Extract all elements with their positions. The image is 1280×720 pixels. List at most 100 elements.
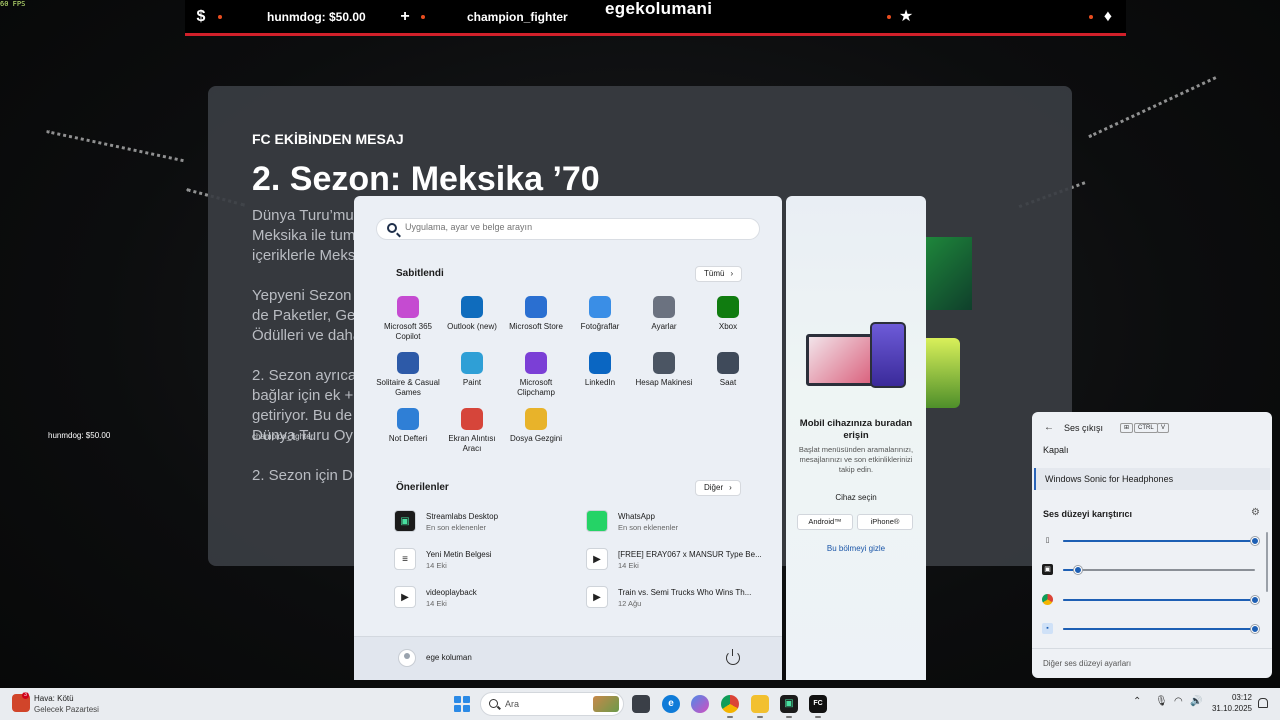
start-search-input[interactable] xyxy=(405,222,745,232)
chrome-icon[interactable] xyxy=(721,695,739,718)
android-button[interactable]: Android™ xyxy=(797,514,853,530)
pinned-app-photos[interactable]: Fotoğraflar xyxy=(568,292,632,348)
windows-start-icon[interactable] xyxy=(454,696,470,712)
volume-slider[interactable] xyxy=(1063,566,1255,574)
all-apps-button[interactable]: Tümü › xyxy=(695,266,743,282)
search-icon xyxy=(489,699,498,708)
volume-mixer-title: Ses düzeyi karıştırıcı xyxy=(1043,509,1133,519)
game-app-icon[interactable]: FC xyxy=(809,695,827,718)
pinned-app-label: Ayarlar xyxy=(651,322,677,331)
pinned-app-xbox[interactable]: Xbox xyxy=(696,292,760,348)
pinned-app-label: Microsoft 365 Copilot xyxy=(383,322,433,341)
settings-gear-icon xyxy=(653,296,675,318)
volume-slider-thumb[interactable] xyxy=(1251,537,1259,545)
snipping-tool-icon xyxy=(461,408,483,430)
channel-brand: egekolumani xyxy=(605,0,713,18)
stream-overlay-bar: $ hunmdog: $50.00 + champion_fighter ege… xyxy=(185,0,1126,36)
recommended-item-subtitle: 14 Eki xyxy=(426,599,447,608)
back-arrow-icon[interactable]: ← xyxy=(1044,422,1054,433)
pinned-app-label: LinkedIn xyxy=(584,378,616,387)
recommended-item-name: Streamlabs Desktop xyxy=(426,512,499,521)
file-explorer-icon[interactable] xyxy=(751,695,769,718)
recommended-item[interactable]: ≡ Yeni Metin Belgesi 14 Eki xyxy=(394,546,586,584)
pinned-app-paint[interactable]: Paint xyxy=(440,348,504,404)
wifi-icon[interactable]: ◠ xyxy=(1174,696,1183,707)
phone-panel-title: Mobil cihazınıza buradan erişin xyxy=(799,418,913,441)
notification-bell-icon[interactable] xyxy=(1258,698,1268,708)
mixer-settings-gear-icon[interactable]: ⚙ xyxy=(1251,507,1260,518)
pinned-app-settings-gear[interactable]: Ayarlar xyxy=(632,292,696,348)
power-icon[interactable] xyxy=(726,649,740,665)
chrome-app-icon xyxy=(1042,594,1053,605)
microphone-icon[interactable]: 🎙 xyxy=(1155,696,1168,707)
pinned-app-clipchamp[interactable]: Microsoft Clipchamp xyxy=(504,348,568,404)
pinned-app-copilot[interactable]: Microsoft 365 Copilot xyxy=(376,292,440,348)
volume-slider[interactable] xyxy=(1063,625,1259,633)
pinned-app-calculator[interactable]: Hesap Makinesi xyxy=(632,348,696,404)
recommended-item[interactable]: WhatsApp En son eklenenler xyxy=(586,508,764,546)
windows-sonic-option[interactable]: Windows Sonic for Headphones xyxy=(1034,468,1270,490)
message-title: 2. Sezon: Meksika ’70 xyxy=(252,160,600,198)
clock-icon xyxy=(717,352,739,374)
phone-panel-description: Başlat menüsünden aramalarınızı, mesajla… xyxy=(798,445,914,474)
volume-slider[interactable] xyxy=(1063,537,1259,545)
taskbar-search[interactable]: Ara xyxy=(480,692,624,716)
hide-panel-link[interactable]: Bu bölmeyi gizle xyxy=(786,544,926,553)
volume-slider[interactable] xyxy=(1063,596,1259,604)
volume-slider-thumb[interactable] xyxy=(1251,625,1259,633)
pinned-app-label: Microsoft Clipchamp xyxy=(517,378,555,397)
diamond-icon: ♦ xyxy=(1103,8,1113,25)
more-label: Diğer xyxy=(704,483,724,492)
user-avatar[interactable] xyxy=(398,649,416,667)
flyout-scrollbar[interactable] xyxy=(1266,532,1268,592)
iphone-button[interactable]: iPhone® xyxy=(857,514,913,530)
linkedin-icon xyxy=(589,352,611,374)
search-icon xyxy=(387,223,397,233)
video-file-icon: ▶ xyxy=(394,586,416,608)
speaker-icon[interactable]: 🔊 xyxy=(1190,696,1202,707)
spatial-off-option[interactable]: Kapalı xyxy=(1043,445,1069,455)
pinned-app-outlook[interactable]: Outlook (new) xyxy=(440,292,504,348)
volume-slider-thumb[interactable] xyxy=(1251,596,1259,604)
pinned-app-file-explorer[interactable]: Dosya Gezgini xyxy=(504,404,568,460)
video-file-icon: ▶ xyxy=(586,548,608,570)
copilot-icon[interactable] xyxy=(691,695,709,713)
photos-icon xyxy=(589,296,611,318)
more-volume-settings[interactable]: Diğer ses düzeyi ayarları xyxy=(1032,648,1272,678)
pinned-app-clock[interactable]: Saat xyxy=(696,348,760,404)
chevron-right-icon: › xyxy=(729,483,732,492)
sound-output-flyout: ← Ses çıkışı ⊞ CTRL V Kapalı Windows Son… xyxy=(1032,412,1272,678)
pinned-app-snipping-tool[interactable]: Ekran Alıntısı Aracı xyxy=(440,404,504,460)
system-clock[interactable]: 03:12 31.10.2025 xyxy=(1206,692,1252,714)
more-button[interactable]: Diğer › xyxy=(695,480,741,496)
pinned-app-linkedin[interactable]: LinkedIn xyxy=(568,348,632,404)
pinned-app-solitaire[interactable]: Solitaire & Casual Games xyxy=(376,348,440,404)
recommended-item-name: videoplayback xyxy=(426,588,477,597)
pinned-app-label: Solitaire & Casual Games xyxy=(376,378,440,397)
outlook-icon xyxy=(461,296,483,318)
streamlabs-app-icon: ▣ xyxy=(1042,564,1053,575)
recommended-item-subtitle: En son eklenenler xyxy=(618,523,679,532)
recommended-item[interactable]: ▣ Streamlabs Desktop En son eklenenler xyxy=(394,508,586,546)
laptop-illustration xyxy=(806,334,880,386)
chevron-up-icon[interactable]: ⌃ xyxy=(1133,696,1141,707)
volume-slider-fill xyxy=(1063,540,1255,542)
recommended-item[interactable]: ▶ Train vs. Semi Trucks Who Wins Th... 12 … xyxy=(586,584,764,622)
volume-slider-fill xyxy=(1063,628,1255,630)
phone-link-panel: Mobil cihazınıza buradan erişin Başlat m… xyxy=(786,196,926,680)
taskbar-search-text: Ara xyxy=(505,699,520,709)
volume-slider-thumb[interactable] xyxy=(1074,566,1083,574)
streamlabs-icon[interactable]: ▣ xyxy=(780,695,798,718)
task-view-icon[interactable] xyxy=(632,695,650,713)
recommended-item[interactable]: ▶ videoplayback 14 Eki xyxy=(394,584,586,622)
user-name[interactable]: ege koluman xyxy=(426,653,472,662)
edge-icon[interactable]: e xyxy=(662,695,680,713)
plus-icon: + xyxy=(400,8,410,25)
pinned-app-store[interactable]: Microsoft Store xyxy=(504,292,568,348)
start-search-box[interactable] xyxy=(376,218,760,240)
recommended-item[interactable]: ▶ [FREE] ERAY067 x MANSUR Type Be... 14 Ek… xyxy=(586,546,764,584)
pinned-app-notepad[interactable]: Not Defteri xyxy=(376,404,440,460)
star-icon: ★ xyxy=(898,8,914,25)
volume-mixer-row xyxy=(1042,593,1262,607)
pinned-app-label: Dosya Gezgini xyxy=(509,434,563,443)
